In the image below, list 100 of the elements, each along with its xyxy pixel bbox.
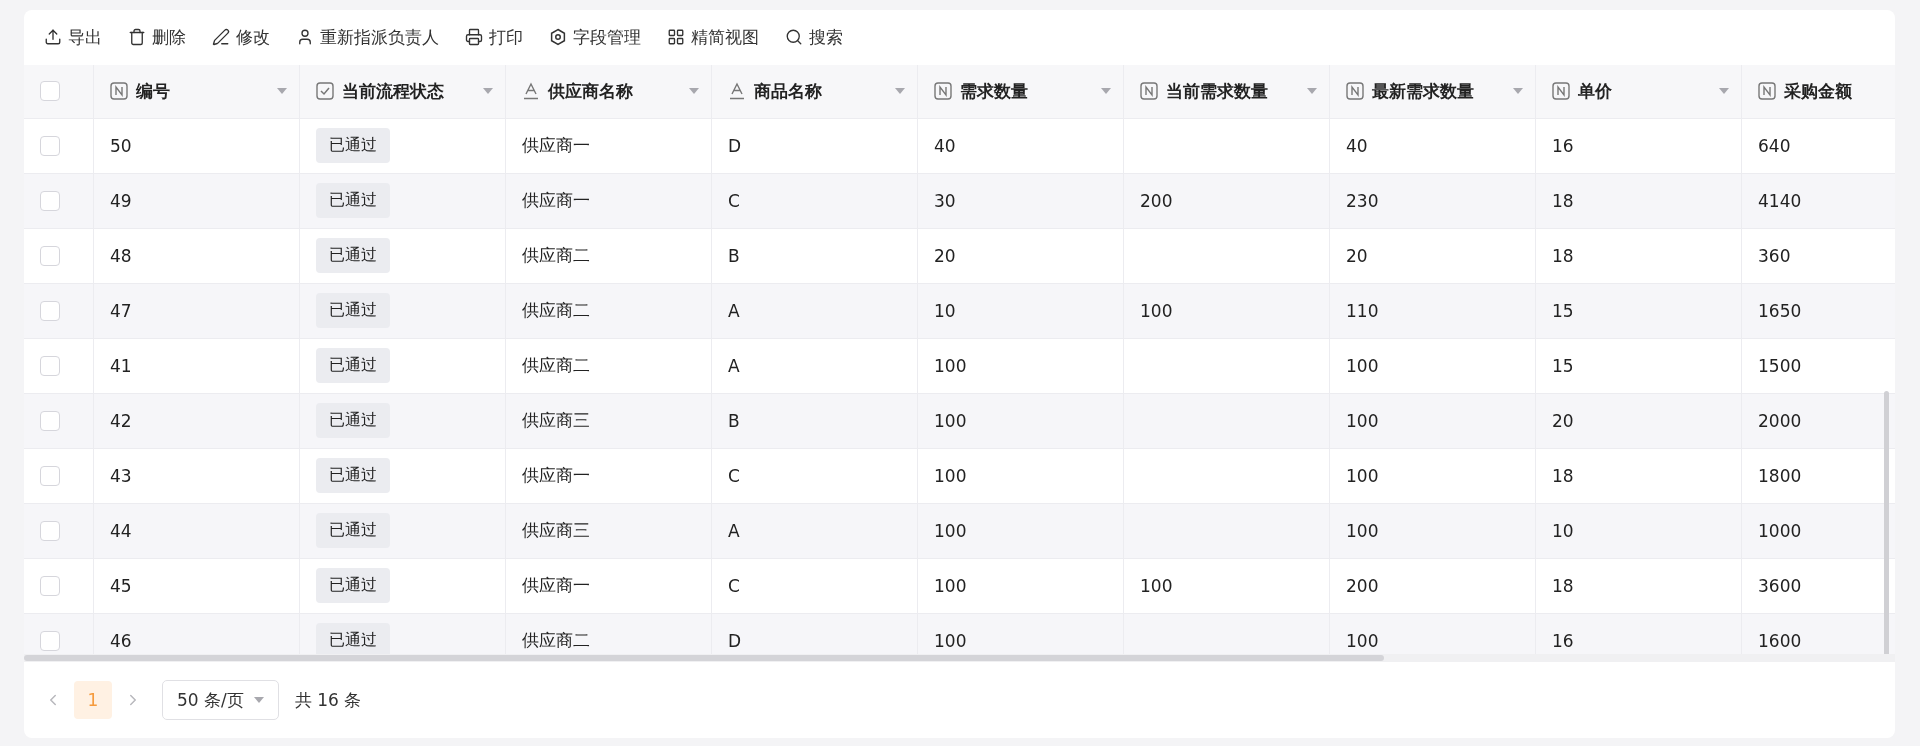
number-field-icon [1140, 82, 1158, 101]
column-title: 商品名称 [754, 79, 823, 103]
status-tag: 已通过 [316, 238, 390, 274]
table-cell: 47 [94, 283, 300, 339]
number-field-icon [1346, 82, 1364, 101]
column-title: 当前需求数量 [1166, 79, 1269, 103]
table-cell: 100 [918, 613, 1124, 655]
table-cell: 100 [1124, 283, 1330, 339]
table-cell: 18 [1536, 448, 1742, 504]
column-header[interactable]: 供应商名称 [506, 64, 712, 119]
table-cell: D [712, 118, 918, 174]
table-cell: A [712, 503, 918, 559]
column-header[interactable]: 最新需求数量 [1330, 64, 1536, 119]
toolbar-button[interactable]: 打印 [465, 25, 523, 49]
table-cell: 供应商二 [506, 338, 712, 394]
page-size-select[interactable]: 50 条/页 [162, 680, 279, 720]
table-cell: 15 [1536, 283, 1742, 339]
table-cell: C [712, 448, 918, 504]
caret-icon[interactable] [1719, 88, 1729, 95]
row-checkbox[interactable] [40, 630, 60, 651]
caret-icon[interactable] [1307, 88, 1317, 95]
select-all-checkbox[interactable] [40, 81, 60, 102]
table-cell: A [712, 338, 918, 394]
table-cell: 供应商二 [506, 613, 712, 655]
table-cell: A [712, 283, 918, 339]
table-cell: 40 [918, 118, 1124, 174]
table-cell: 供应商一 [506, 173, 712, 229]
caret-icon[interactable] [689, 88, 699, 95]
row-checkbox[interactable] [40, 300, 60, 321]
table-cell: 供应商一 [506, 448, 712, 504]
vertical-scrollbar[interactable] [1884, 390, 1889, 655]
table-cell: C [712, 173, 918, 229]
column-header[interactable]: 需求数量 [918, 64, 1124, 119]
table-cell: 46 [94, 613, 300, 655]
table-cell: 4140 [1742, 173, 1895, 229]
table-cell: 50 [94, 118, 300, 174]
column-header[interactable]: 单价 [1536, 64, 1742, 119]
toolbar-button[interactable]: 重新指派负责人 [296, 25, 439, 49]
table-cell: 供应商二 [506, 228, 712, 284]
table-cell: 100 [1330, 613, 1536, 655]
column-header[interactable]: 编号 [94, 64, 300, 119]
upload-icon [44, 28, 62, 47]
column-header[interactable]: 当前流程状态 [300, 64, 506, 119]
caret-icon[interactable] [277, 88, 287, 95]
table-cell: 100 [918, 503, 1124, 559]
table-cell: 供应商二 [506, 283, 712, 339]
table-cell: 1650 [1742, 283, 1895, 339]
toolbar-button[interactable]: 字段管理 [549, 25, 641, 49]
toolbar-button[interactable]: 删除 [128, 25, 186, 49]
table-cell: 48 [94, 228, 300, 284]
toolbar-button[interactable]: 修改 [212, 25, 270, 49]
caret-icon[interactable] [483, 88, 493, 95]
row-checkbox[interactable] [40, 190, 60, 211]
table-cell: 100 [918, 338, 1124, 394]
toolbar-button[interactable]: 导出 [44, 25, 102, 49]
table-cell: 16 [1536, 613, 1742, 655]
table-cell: 20 [918, 228, 1124, 284]
column-title: 供应商名称 [548, 79, 634, 103]
status-tag: 已通过 [316, 623, 390, 655]
row-checkbox[interactable] [40, 355, 60, 376]
caret-icon[interactable] [895, 88, 905, 95]
column-title: 当前流程状态 [342, 79, 445, 103]
row-checkbox[interactable] [40, 465, 60, 486]
table-cell: 10 [1536, 503, 1742, 559]
number-field-icon [1552, 82, 1570, 101]
column-title: 需求数量 [960, 79, 1029, 103]
row-checkbox[interactable] [40, 575, 60, 596]
table-cell: 18 [1536, 228, 1742, 284]
table-cell: 640 [1742, 118, 1895, 174]
row-checkbox[interactable] [40, 520, 60, 541]
table-cell: 43 [94, 448, 300, 504]
caret-icon[interactable] [1513, 88, 1523, 95]
table-cell: 100 [1124, 558, 1330, 614]
table-cell: 100 [1330, 448, 1536, 504]
table-cell: 18 [1536, 173, 1742, 229]
table-cell: 1800 [1742, 448, 1895, 504]
toolbar-button[interactable]: 精简视图 [667, 25, 759, 49]
status-tag: 已通过 [316, 293, 390, 329]
row-checkbox[interactable] [40, 135, 60, 156]
column-header[interactable]: 当前需求数量 [1124, 64, 1330, 119]
status-tag: 已通过 [316, 458, 390, 494]
table-cell: 供应商一 [506, 558, 712, 614]
horizontal-scrollbar[interactable] [24, 655, 1384, 662]
table-cell: 2000 [1742, 393, 1895, 449]
table-cell: 3600 [1742, 558, 1895, 614]
table-cell: 360 [1742, 228, 1895, 284]
status-tag: 已通过 [316, 513, 390, 549]
toolbar-button[interactable]: 搜索 [785, 25, 843, 49]
table-cell: 100 [1330, 393, 1536, 449]
status-tag: 已通过 [316, 348, 390, 384]
caret-icon[interactable] [1101, 88, 1111, 95]
table-cell: 10 [918, 283, 1124, 339]
pencil-icon [212, 28, 230, 47]
table-cell: 30 [918, 173, 1124, 229]
table-cell: 110 [1330, 283, 1536, 339]
number-field-icon [934, 82, 952, 101]
column-header[interactable]: 商品名称 [712, 64, 918, 119]
row-checkbox[interactable] [40, 410, 60, 431]
table-cell: 45 [94, 558, 300, 614]
row-checkbox[interactable] [40, 245, 60, 266]
